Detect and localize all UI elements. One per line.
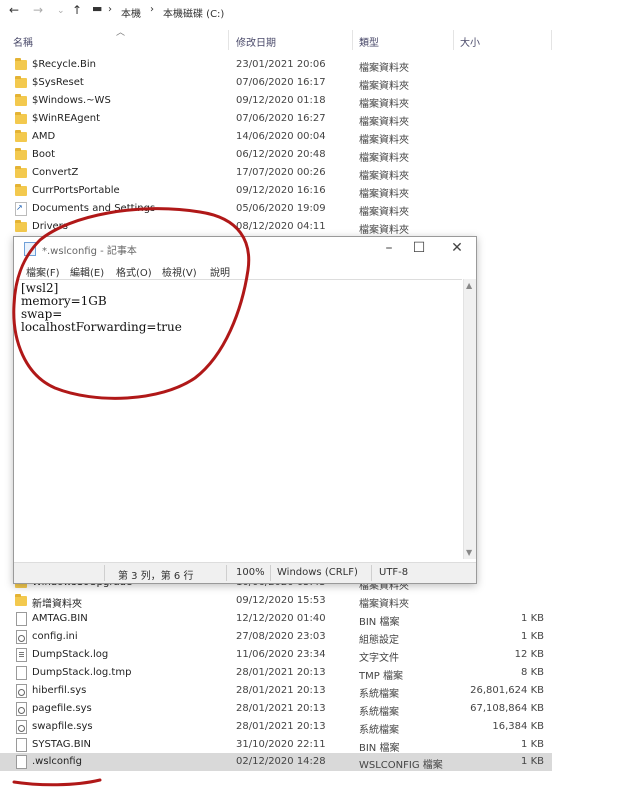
annotation-circle xyxy=(12,207,251,400)
annotation-underline xyxy=(12,778,102,787)
red-annotation-marks xyxy=(12,207,251,787)
